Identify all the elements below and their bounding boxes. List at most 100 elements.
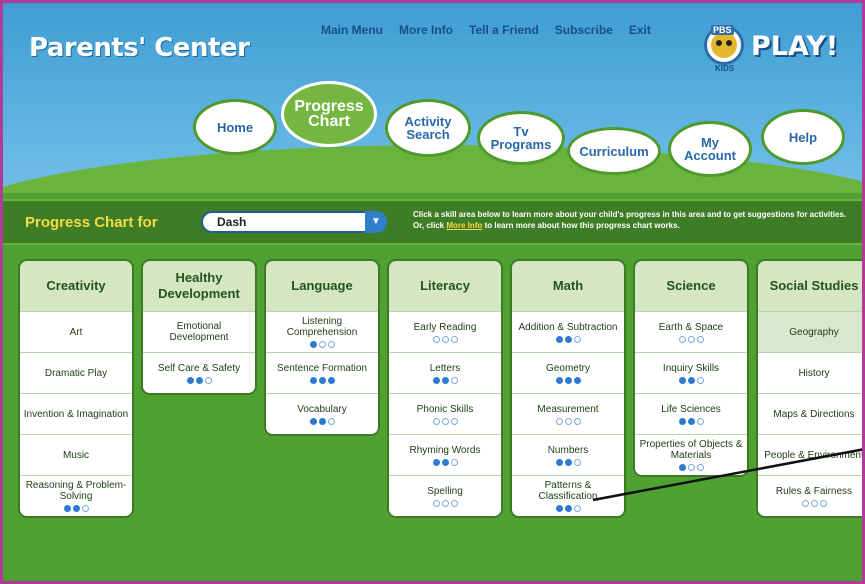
skill-item[interactable]: Inquiry Skills [635, 352, 747, 393]
progress-dot-filled-icon [687, 417, 695, 425]
progress-dots [555, 376, 581, 384]
skill-label: Music [62, 449, 90, 461]
progress-dot-empty-icon [819, 499, 827, 507]
skill-column-language: Language Listening Comprehension Sentence … [264, 259, 380, 436]
skill-item[interactable]: Rules & Fairness [758, 475, 862, 516]
chevron-down-icon[interactable]: ▼ [365, 211, 387, 233]
progress-dot-filled-icon [318, 417, 326, 425]
subscribe-link[interactable]: Subscribe [555, 23, 613, 37]
exit-link[interactable]: Exit [629, 23, 651, 37]
skill-item[interactable]: Spelling [389, 475, 501, 516]
skill-item[interactable]: Earth & Space [635, 311, 747, 352]
skill-label: Life Sciences [661, 403, 721, 415]
skill-item[interactable]: Life Sciences [635, 393, 747, 434]
progress-dots [432, 376, 458, 384]
skill-label: Maps & Directions [773, 408, 855, 420]
tab-help-label: Help [788, 129, 818, 145]
progress-dot-empty-icon [204, 376, 212, 384]
skill-item[interactable]: Numbers [512, 434, 624, 475]
skill-label: Rules & Fairness [775, 485, 853, 497]
column-header[interactable]: Language [266, 261, 378, 311]
progress-dots [309, 376, 335, 384]
progress-dots [555, 458, 581, 466]
skill-item[interactable]: Measurement [512, 393, 624, 434]
skill-label: Properties of Objects & Materials [639, 439, 743, 461]
skill-item[interactable]: People & Environment [758, 434, 864, 475]
column-header[interactable]: Science [635, 261, 747, 311]
tab-my-account-label: My Account [684, 135, 736, 163]
skill-label: Listening Comprehension [286, 316, 358, 338]
skill-item[interactable]: Invention & Imagination [20, 393, 132, 434]
skill-item[interactable]: Emotional Development [143, 311, 255, 352]
skill-label: Art [69, 326, 83, 338]
skill-column-literacy: Literacy Early Reading Letters Phonic Skill… [387, 259, 503, 518]
skill-label: History [798, 367, 830, 379]
column-header[interactable]: Literacy [389, 261, 501, 311]
skill-item[interactable]: Phonic Skills [389, 393, 501, 434]
skill-label: Earth & Space [658, 321, 724, 333]
skill-item[interactable]: Sentence Formation [266, 352, 378, 393]
tab-activity-search[interactable]: Activity Search [385, 99, 471, 157]
progress-dot-empty-icon [432, 335, 440, 343]
skill-label: Vocabulary [297, 403, 347, 415]
tab-tv-programs[interactable]: Tv Programs [477, 111, 565, 165]
skill-item[interactable]: Letters [389, 352, 501, 393]
skill-label: People & Environment [764, 449, 864, 461]
column-header[interactable]: Social Studies [758, 261, 862, 311]
skill-item[interactable]: Self Care & Safety [143, 352, 255, 393]
column-header[interactable]: Creativity [20, 261, 132, 311]
skill-item[interactable]: Vocabulary [266, 393, 378, 434]
skill-item[interactable]: Geometry [512, 352, 624, 393]
progress-dot-empty-icon [450, 499, 458, 507]
progress-dots [432, 458, 458, 466]
main-menu-link[interactable]: Main Menu [321, 23, 383, 37]
skill-label: Sentence Formation [276, 362, 368, 374]
progress-dot-empty-icon [687, 335, 695, 343]
more-info-link[interactable]: More Info [399, 23, 453, 37]
skill-item[interactable]: Reasoning & Problem-Solving [20, 475, 132, 516]
column-header[interactable]: Math [512, 261, 624, 311]
progress-dot-empty-icon [810, 499, 818, 507]
tab-home[interactable]: Home [193, 99, 277, 155]
progress-dots [678, 335, 704, 343]
tab-my-account[interactable]: My Account [668, 121, 752, 177]
skill-item[interactable]: Addition & Subtraction [512, 311, 624, 352]
skill-item[interactable]: Listening Comprehension [266, 311, 378, 352]
child-select-dropdown[interactable]: Dash ▼ [201, 211, 387, 233]
column-header[interactable]: Healthy Development [143, 261, 255, 311]
more-info-inline-link[interactable]: More Info [446, 221, 482, 230]
skill-item[interactable]: Geography [758, 311, 862, 352]
progress-dots [432, 417, 458, 425]
progress-dot-empty-icon [687, 464, 695, 471]
progress-dot-empty-icon [318, 341, 326, 348]
progress-dot-filled-icon [309, 417, 317, 425]
skill-label: Measurement [537, 403, 599, 415]
progress-dot-filled-icon [564, 458, 572, 466]
skill-item[interactable]: Early Reading [389, 311, 501, 352]
skill-column-science: Science Earth & Space Inquiry Skills Life S… [633, 259, 749, 477]
progress-dot-filled-icon [195, 376, 203, 384]
progress-dot-empty-icon [450, 458, 458, 466]
tell-a-friend-link[interactable]: Tell a Friend [469, 23, 539, 37]
skill-label: Numbers [547, 444, 589, 456]
skill-label: Emotional Development [169, 321, 229, 343]
progress-dots [678, 417, 704, 425]
tab-progress-chart[interactable]: Progress Chart [281, 81, 377, 147]
skill-item[interactable]: History [758, 352, 862, 393]
progress-dots [678, 376, 704, 384]
skill-item[interactable]: Maps & Directions [758, 393, 862, 434]
skill-item[interactable]: Dramatic Play [20, 352, 132, 393]
skill-item[interactable]: Patterns & Classification [512, 475, 624, 516]
skill-item[interactable]: Music [20, 434, 132, 475]
tab-help[interactable]: Help [761, 109, 845, 165]
skill-item[interactable]: Properties of Objects & Materials [635, 434, 747, 475]
skill-label: Rhyming Words [409, 444, 481, 456]
skill-item[interactable]: Rhyming Words [389, 434, 501, 475]
play-logo[interactable]: PLAY! [751, 31, 838, 62]
help-text-outro: to learn more about how this progress ch… [484, 220, 680, 230]
parents-center-logo[interactable]: Parents' Center [29, 33, 250, 63]
tab-curriculum[interactable]: Curriculum [567, 127, 661, 175]
progress-dot-filled-icon [678, 376, 686, 384]
skill-item[interactable]: Art [20, 311, 132, 352]
progress-dot-empty-icon [441, 499, 449, 507]
